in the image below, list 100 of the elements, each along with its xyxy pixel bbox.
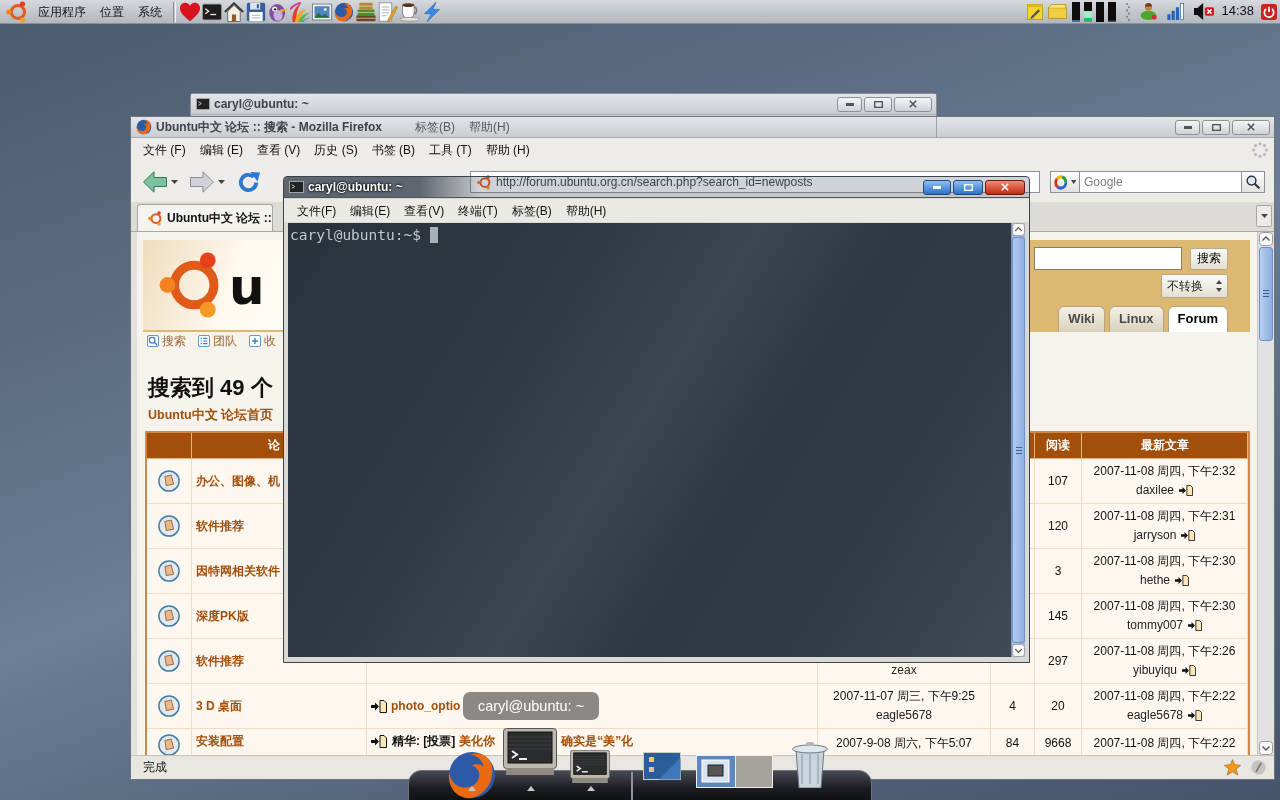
scroll-up-icon[interactable] [1012, 223, 1025, 236]
search-button[interactable] [1242, 171, 1265, 193]
user-link[interactable]: jarryson [1133, 525, 1177, 545]
menu-item[interactable]: 帮助(H) [558, 199, 614, 222]
menu-item[interactable]: 帮助 (H) [478, 139, 537, 161]
floppy-icon[interactable] [246, 1, 266, 22]
menu-item[interactable]: 工具 (T) [422, 139, 479, 161]
nav-link[interactable]: 团队 [213, 333, 237, 349]
search-field[interactable] [1034, 247, 1182, 270]
arrow-page-icon[interactable] [1175, 574, 1189, 586]
menu-item[interactable]: 查看(V) [397, 199, 452, 222]
menu-item[interactable]: 编辑 (E) [192, 139, 250, 161]
terminal-icon[interactable] [503, 728, 557, 775]
site-tab[interactable]: Linux [1108, 306, 1164, 332]
topic-link[interactable]: 确实是“美”化 [561, 734, 634, 749]
load-graph-icon[interactable] [1072, 1, 1081, 22]
forum-link[interactable]: 因特网相关软件 [196, 563, 280, 578]
sticky-note-icon[interactable] [1027, 3, 1044, 20]
forum-link[interactable]: 软件推荐 [196, 518, 244, 533]
load-graph-icon[interactable] [1096, 1, 1105, 22]
globe-icon[interactable] [447, 750, 497, 800]
search-engine-button[interactable] [1050, 171, 1080, 193]
user-link[interactable]: hethe [1140, 570, 1170, 590]
terminal-icon[interactable] [570, 750, 610, 783]
user-link[interactable]: tommy007 [1127, 615, 1183, 635]
arrow-page-icon[interactable] [1188, 709, 1203, 721]
menu-item[interactable]: 历史 (S) [307, 139, 365, 161]
menu-item[interactable]: 编辑(E) [343, 199, 398, 222]
convert-select[interactable]: 不转换 [1161, 274, 1228, 298]
coffee-cup-icon[interactable] [400, 1, 420, 22]
nav-link[interactable]: 搜索 [162, 333, 186, 349]
user-link[interactable]: eagle5678 [875, 705, 933, 725]
forum-link[interactable]: 软件推荐 [196, 653, 244, 668]
site-tab[interactable]: Forum [1167, 306, 1228, 332]
forum-link[interactable]: 办公、图像、机 [196, 473, 280, 488]
caret-icon[interactable] [218, 180, 225, 184]
maximize-button[interactable] [864, 96, 892, 112]
tab-list-button[interactable] [1256, 205, 1272, 227]
user-link[interactable]: eagle5678 [1126, 705, 1184, 725]
power-icon[interactable] [1261, 3, 1277, 20]
menu-item[interactable]: 应用程序 [31, 0, 93, 23]
user-link[interactable]: daxilee [1136, 480, 1174, 500]
menu-item[interactable]: 终端(T) [451, 199, 505, 222]
fan-icon[interactable] [290, 1, 310, 22]
picture-icon[interactable] [312, 1, 332, 22]
menu-item[interactable]: 文件 (F) [136, 139, 193, 161]
arrow-page-icon[interactable] [1188, 619, 1202, 631]
menu-item[interactable]: 查看 (V) [250, 139, 308, 161]
arrow-page-icon[interactable] [371, 735, 387, 748]
speaker-icon[interactable] [1194, 3, 1215, 20]
topic-link[interactable]: photo_optio [391, 698, 461, 714]
arrow-page-icon[interactable] [371, 699, 387, 713]
scroll-down-icon[interactable] [1258, 741, 1273, 755]
search-field[interactable]: Google [1080, 171, 1242, 193]
minimize-button[interactable] [1175, 119, 1200, 135]
heart-icon[interactable] [180, 1, 200, 22]
menu-item[interactable]: 文件(F) [290, 199, 344, 222]
user-link[interactable]: zeax [891, 660, 917, 680]
scroll-down-icon[interactable] [1012, 644, 1025, 657]
user-link[interactable]: yibuyiqu [1133, 660, 1177, 680]
bird-icon[interactable] [268, 1, 288, 22]
search-button[interactable]: 搜索 [1190, 247, 1228, 270]
browser-tab[interactable]: Ubuntu中文 论坛 :: [137, 204, 273, 231]
desktop-icon[interactable] [643, 752, 681, 780]
trash-icon[interactable] [792, 742, 828, 788]
breadcrumb-link[interactable]: Ubuntu中文 论坛首页 [148, 407, 274, 423]
nav-link[interactable]: 收 [264, 333, 276, 349]
menu-item[interactable]: 标签(B) [504, 199, 559, 222]
menu-item[interactable]: 帮助(H) [462, 117, 517, 138]
ubuntu-logo-icon[interactable] [6, 0, 27, 23]
scrollbar-thumb[interactable] [1258, 247, 1273, 341]
menu-item[interactable]: 位置 [93, 0, 131, 23]
menu-item[interactable]: 书签 (B) [364, 139, 423, 161]
topic-link[interactable]: 美化你 [459, 734, 496, 749]
workspace-pager-icon[interactable] [696, 755, 773, 788]
maximize-button[interactable] [1202, 119, 1230, 135]
arrow-page-icon[interactable] [1179, 484, 1193, 496]
drag-handle-icon[interactable] [1126, 2, 1131, 21]
forum-link[interactable]: 安装配置 [196, 734, 244, 748]
reload-icon[interactable] [237, 170, 260, 194]
forum-link[interactable]: 深度PK版 [196, 608, 249, 623]
load-graph-icon[interactable] [1108, 1, 1117, 22]
minimize-button[interactable] [837, 96, 862, 112]
menu-item[interactable]: 系统 [131, 0, 169, 23]
arrow-page-icon[interactable] [1181, 529, 1196, 541]
person-icon[interactable] [1140, 3, 1158, 20]
address-field[interactable]: http://forum.ubuntu.org.cn/search.php?search_id=newposts [470, 171, 1040, 193]
star-icon[interactable] [1224, 759, 1241, 776]
signal-bars-icon[interactable] [1167, 3, 1185, 20]
forum-link[interactable]: 3 D 桌面 [196, 698, 242, 713]
blocked-icon[interactable] [1251, 760, 1266, 775]
menu-item[interactable]: 标签(B) [408, 117, 462, 138]
caret-icon[interactable] [171, 180, 178, 184]
books-icon[interactable] [356, 1, 376, 22]
back-arrow-icon[interactable] [143, 171, 167, 193]
clock-text[interactable]: 14:38 [1221, 3, 1254, 20]
terminal-icon[interactable] [202, 1, 222, 22]
arrow-page-icon[interactable] [1182, 664, 1196, 676]
home-icon[interactable] [224, 1, 244, 22]
load-graph-icon[interactable] [1084, 1, 1093, 22]
